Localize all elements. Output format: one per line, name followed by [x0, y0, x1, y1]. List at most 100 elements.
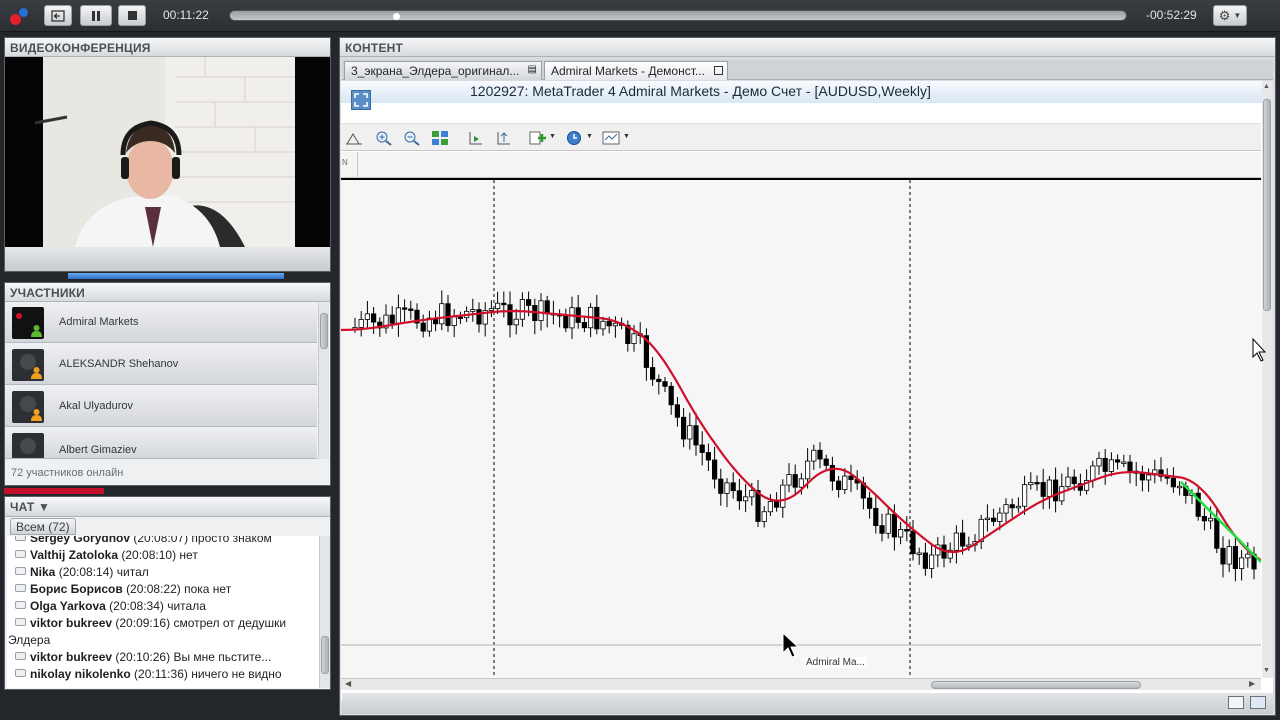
chart-shift-icon[interactable] [467, 130, 485, 146]
candle-body [997, 512, 1003, 522]
candle-body [408, 308, 414, 311]
candle-body [953, 532, 960, 551]
candle-body [1015, 505, 1022, 509]
candle-body [1009, 504, 1015, 509]
candle-body [804, 460, 811, 480]
chat-title-dropdown[interactable]: ЧАТ ▼ [5, 497, 330, 517]
stop-button[interactable] [118, 5, 146, 26]
exit-button[interactable] [44, 5, 72, 26]
chat-message-continuation: Элдера [8, 633, 51, 647]
chart-horizontal-scrollbar[interactable]: ◀ ▶ [341, 678, 1261, 690]
candle-body [457, 316, 463, 319]
auto-scroll-icon[interactable] [495, 130, 513, 146]
candle-body [916, 552, 922, 555]
pause-button[interactable] [80, 5, 112, 26]
candle-body [402, 307, 408, 310]
candle-body [817, 449, 823, 460]
chevron-down-icon[interactable]: ▼ [623, 133, 630, 140]
participant-name: Akal Ulyadurov [59, 400, 133, 412]
candle-body [867, 497, 873, 509]
settings-button[interactable]: ⚙ ▼ [1213, 5, 1247, 26]
chevron-down-icon[interactable]: ▼ [549, 133, 556, 140]
candle-body [761, 511, 767, 522]
candle-body [705, 452, 712, 461]
progress-bar[interactable] [229, 10, 1127, 21]
candle-body [780, 484, 786, 508]
price-chart[interactable] [341, 178, 1261, 680]
periods-clock-icon[interactable] [565, 130, 583, 146]
tab-elder-three-screens[interactable]: 3_экрана_Элдера_оригинал... ▤ [344, 61, 542, 80]
avatar [12, 433, 44, 458]
document-icon: ▤ [527, 64, 537, 75]
message-icon [15, 618, 26, 626]
chat-message: nikolay nikolenko (20:11:36) ничего не в… [9, 667, 319, 681]
webcam-video [5, 57, 330, 247]
content-title: КОНТЕНТ [340, 38, 1275, 57]
message-icon [15, 550, 26, 558]
chart-vertical-scrollbar[interactable]: ▲ ▼ [1262, 81, 1273, 678]
candle-body [1146, 474, 1152, 481]
candle-body [693, 425, 699, 446]
zoom-out-icon[interactable] [403, 130, 421, 146]
chat-scrollbar[interactable] [319, 536, 330, 688]
candle-body [929, 554, 935, 569]
participants-title: УЧАСТНИКИ [5, 283, 330, 302]
candle-body [991, 517, 997, 522]
candle-body [420, 322, 426, 332]
fullscreen-icon[interactable] [351, 90, 371, 110]
layout-single-icon[interactable] [1228, 696, 1244, 709]
scrollbar-thumb[interactable] [321, 636, 329, 674]
candle-body [494, 302, 501, 310]
scrollbar-thumb[interactable] [1263, 99, 1271, 311]
participant-item[interactable]: ALEKSANDR Shehanov [5, 345, 317, 385]
chat-divider [4, 488, 104, 494]
window-icon [714, 66, 723, 75]
participants-panel: УЧАСТНИКИ Admiral Markets ALEKSANDR Sheh… [4, 282, 331, 486]
participants-scrollbar[interactable] [318, 303, 329, 459]
templates-icon[interactable] [602, 130, 620, 146]
candle-body [960, 532, 966, 547]
chevron-down-icon[interactable]: ▼ [586, 133, 593, 140]
candlestick-chart[interactable] [341, 180, 1261, 680]
candle-body [1208, 517, 1214, 522]
participant-item[interactable]: Admiral Markets [5, 303, 317, 343]
candle-body [984, 517, 991, 521]
candle-body [835, 480, 842, 491]
scrollbar-thumb[interactable] [320, 313, 328, 349]
candle-body [1115, 459, 1121, 463]
indicators-icon[interactable] [529, 130, 547, 146]
chat-message: Sergey Gorydnov (20:08:07) просто знаком [9, 536, 319, 545]
candle-body [1220, 547, 1226, 565]
chat-message: Valthij Zatoloka (20:08:10) нет [9, 548, 319, 562]
layout-fit-icon[interactable] [1250, 696, 1266, 709]
message-icon [15, 652, 26, 660]
participant-item[interactable]: Akal Ulyadurov [5, 387, 317, 427]
chevron-down-icon: ▼ [1233, 11, 1242, 20]
tab-chat-all[interactable]: Всем (72) [10, 518, 76, 535]
candle-body [656, 378, 662, 383]
exit-icon [51, 9, 65, 22]
participant-item[interactable]: Albert Gimaziev [5, 429, 317, 459]
candle-body [1071, 476, 1077, 485]
scrollbar-thumb[interactable] [931, 681, 1141, 689]
user-icon [31, 409, 42, 421]
candle-body [767, 500, 774, 513]
candle-body [1177, 485, 1183, 489]
candle-body [364, 313, 371, 320]
tile-windows-icon[interactable] [431, 130, 449, 146]
candle-body [544, 300, 550, 314]
zoom-in-icon[interactable] [375, 130, 393, 146]
candle-body [631, 333, 637, 344]
candle-body [501, 302, 507, 306]
player-toolbar: 00:11:22 -00:52:29 ⚙ ▼ [0, 0, 1280, 32]
candle-body [519, 299, 525, 320]
progress-knob[interactable] [392, 13, 400, 20]
candle-body [358, 319, 364, 328]
line-studies-icon[interactable] [345, 130, 363, 146]
candle-body [1028, 482, 1034, 486]
candle-body [873, 507, 879, 527]
tab-admiral-markets[interactable]: Admiral Markets - Демонст... [544, 61, 728, 80]
candle-body [1245, 553, 1251, 559]
message-icon [15, 669, 26, 677]
candle-body [476, 309, 482, 325]
